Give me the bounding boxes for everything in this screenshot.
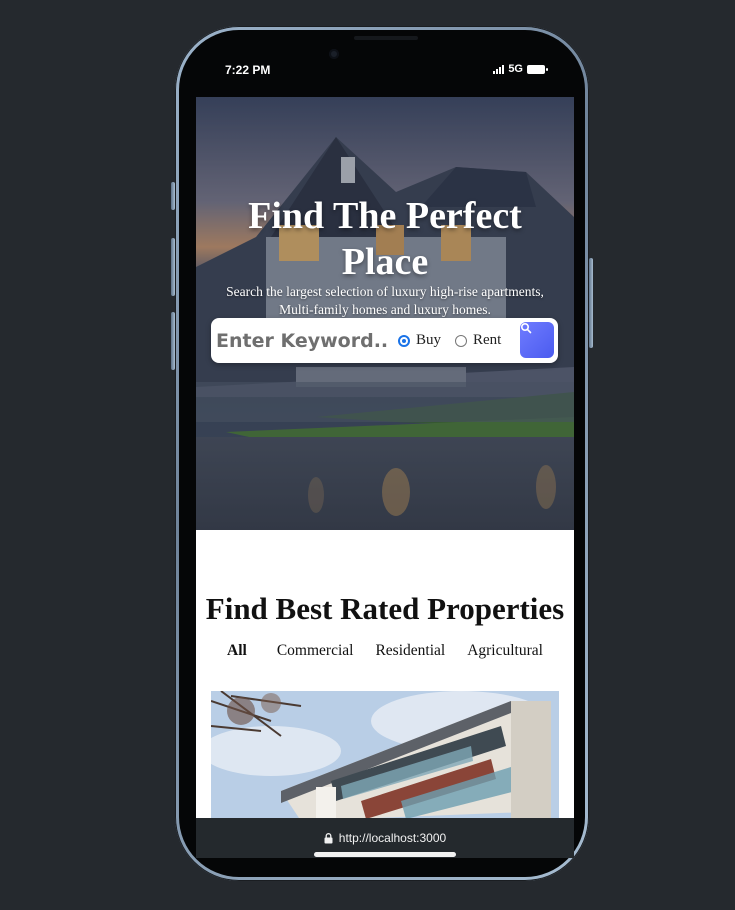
- hero-title: Find The Perfect Place: [248, 195, 522, 283]
- hero-section: Find The Perfect Place Search the larges…: [196, 97, 574, 530]
- network-type: 5G: [508, 63, 523, 75]
- home-indicator[interactable]: [314, 852, 456, 857]
- phone-frame: 7:22 PM 5G Find The Perfect Place Search…: [171, 26, 593, 881]
- camera-icon: [329, 49, 339, 59]
- status-indicators: 5G: [493, 63, 548, 75]
- property-filter-tabs: All Commercial Residential Agricultural: [196, 642, 574, 660]
- search-input[interactable]: [216, 322, 388, 359]
- browser-url[interactable]: http://localhost:3000: [339, 831, 446, 845]
- speaker-grille: [354, 36, 418, 40]
- hero-subtitle: Search the largest selection of luxury h…: [226, 284, 544, 317]
- search-bar: Buy Rent: [211, 318, 558, 363]
- side-button-action: [171, 182, 175, 210]
- filter-tab-all[interactable]: All: [227, 642, 247, 660]
- radio-rent[interactable]: [455, 334, 468, 347]
- property-card-image[interactable]: [211, 691, 559, 818]
- app-screen: Find The Perfect Place Search the larges…: [196, 97, 574, 818]
- battery-icon: [527, 64, 548, 74]
- building-image: [211, 691, 559, 818]
- radio-buy-label[interactable]: Buy: [416, 332, 441, 349]
- lock-icon: [324, 832, 333, 843]
- status-time: 7:22 PM: [225, 63, 271, 77]
- side-button-power: [589, 258, 593, 348]
- search-button[interactable]: [520, 322, 554, 358]
- radio-group: Buy Rent: [398, 332, 501, 349]
- search-icon: [520, 322, 532, 334]
- filter-tab-commercial[interactable]: Commercial: [277, 642, 354, 660]
- filter-tab-agricultural[interactable]: Agricultural: [467, 642, 543, 660]
- side-button-volume-up: [171, 238, 175, 296]
- signal-icon: [493, 64, 505, 74]
- filter-tab-residential[interactable]: Residential: [375, 642, 445, 660]
- side-button-volume-down: [171, 312, 175, 370]
- radio-rent-label[interactable]: Rent: [473, 332, 501, 349]
- properties-title: Find Best Rated Properties: [205, 591, 565, 626]
- phone-bezel: 7:22 PM 5G Find The Perfect Place Search…: [179, 30, 585, 877]
- radio-buy[interactable]: [398, 334, 410, 347]
